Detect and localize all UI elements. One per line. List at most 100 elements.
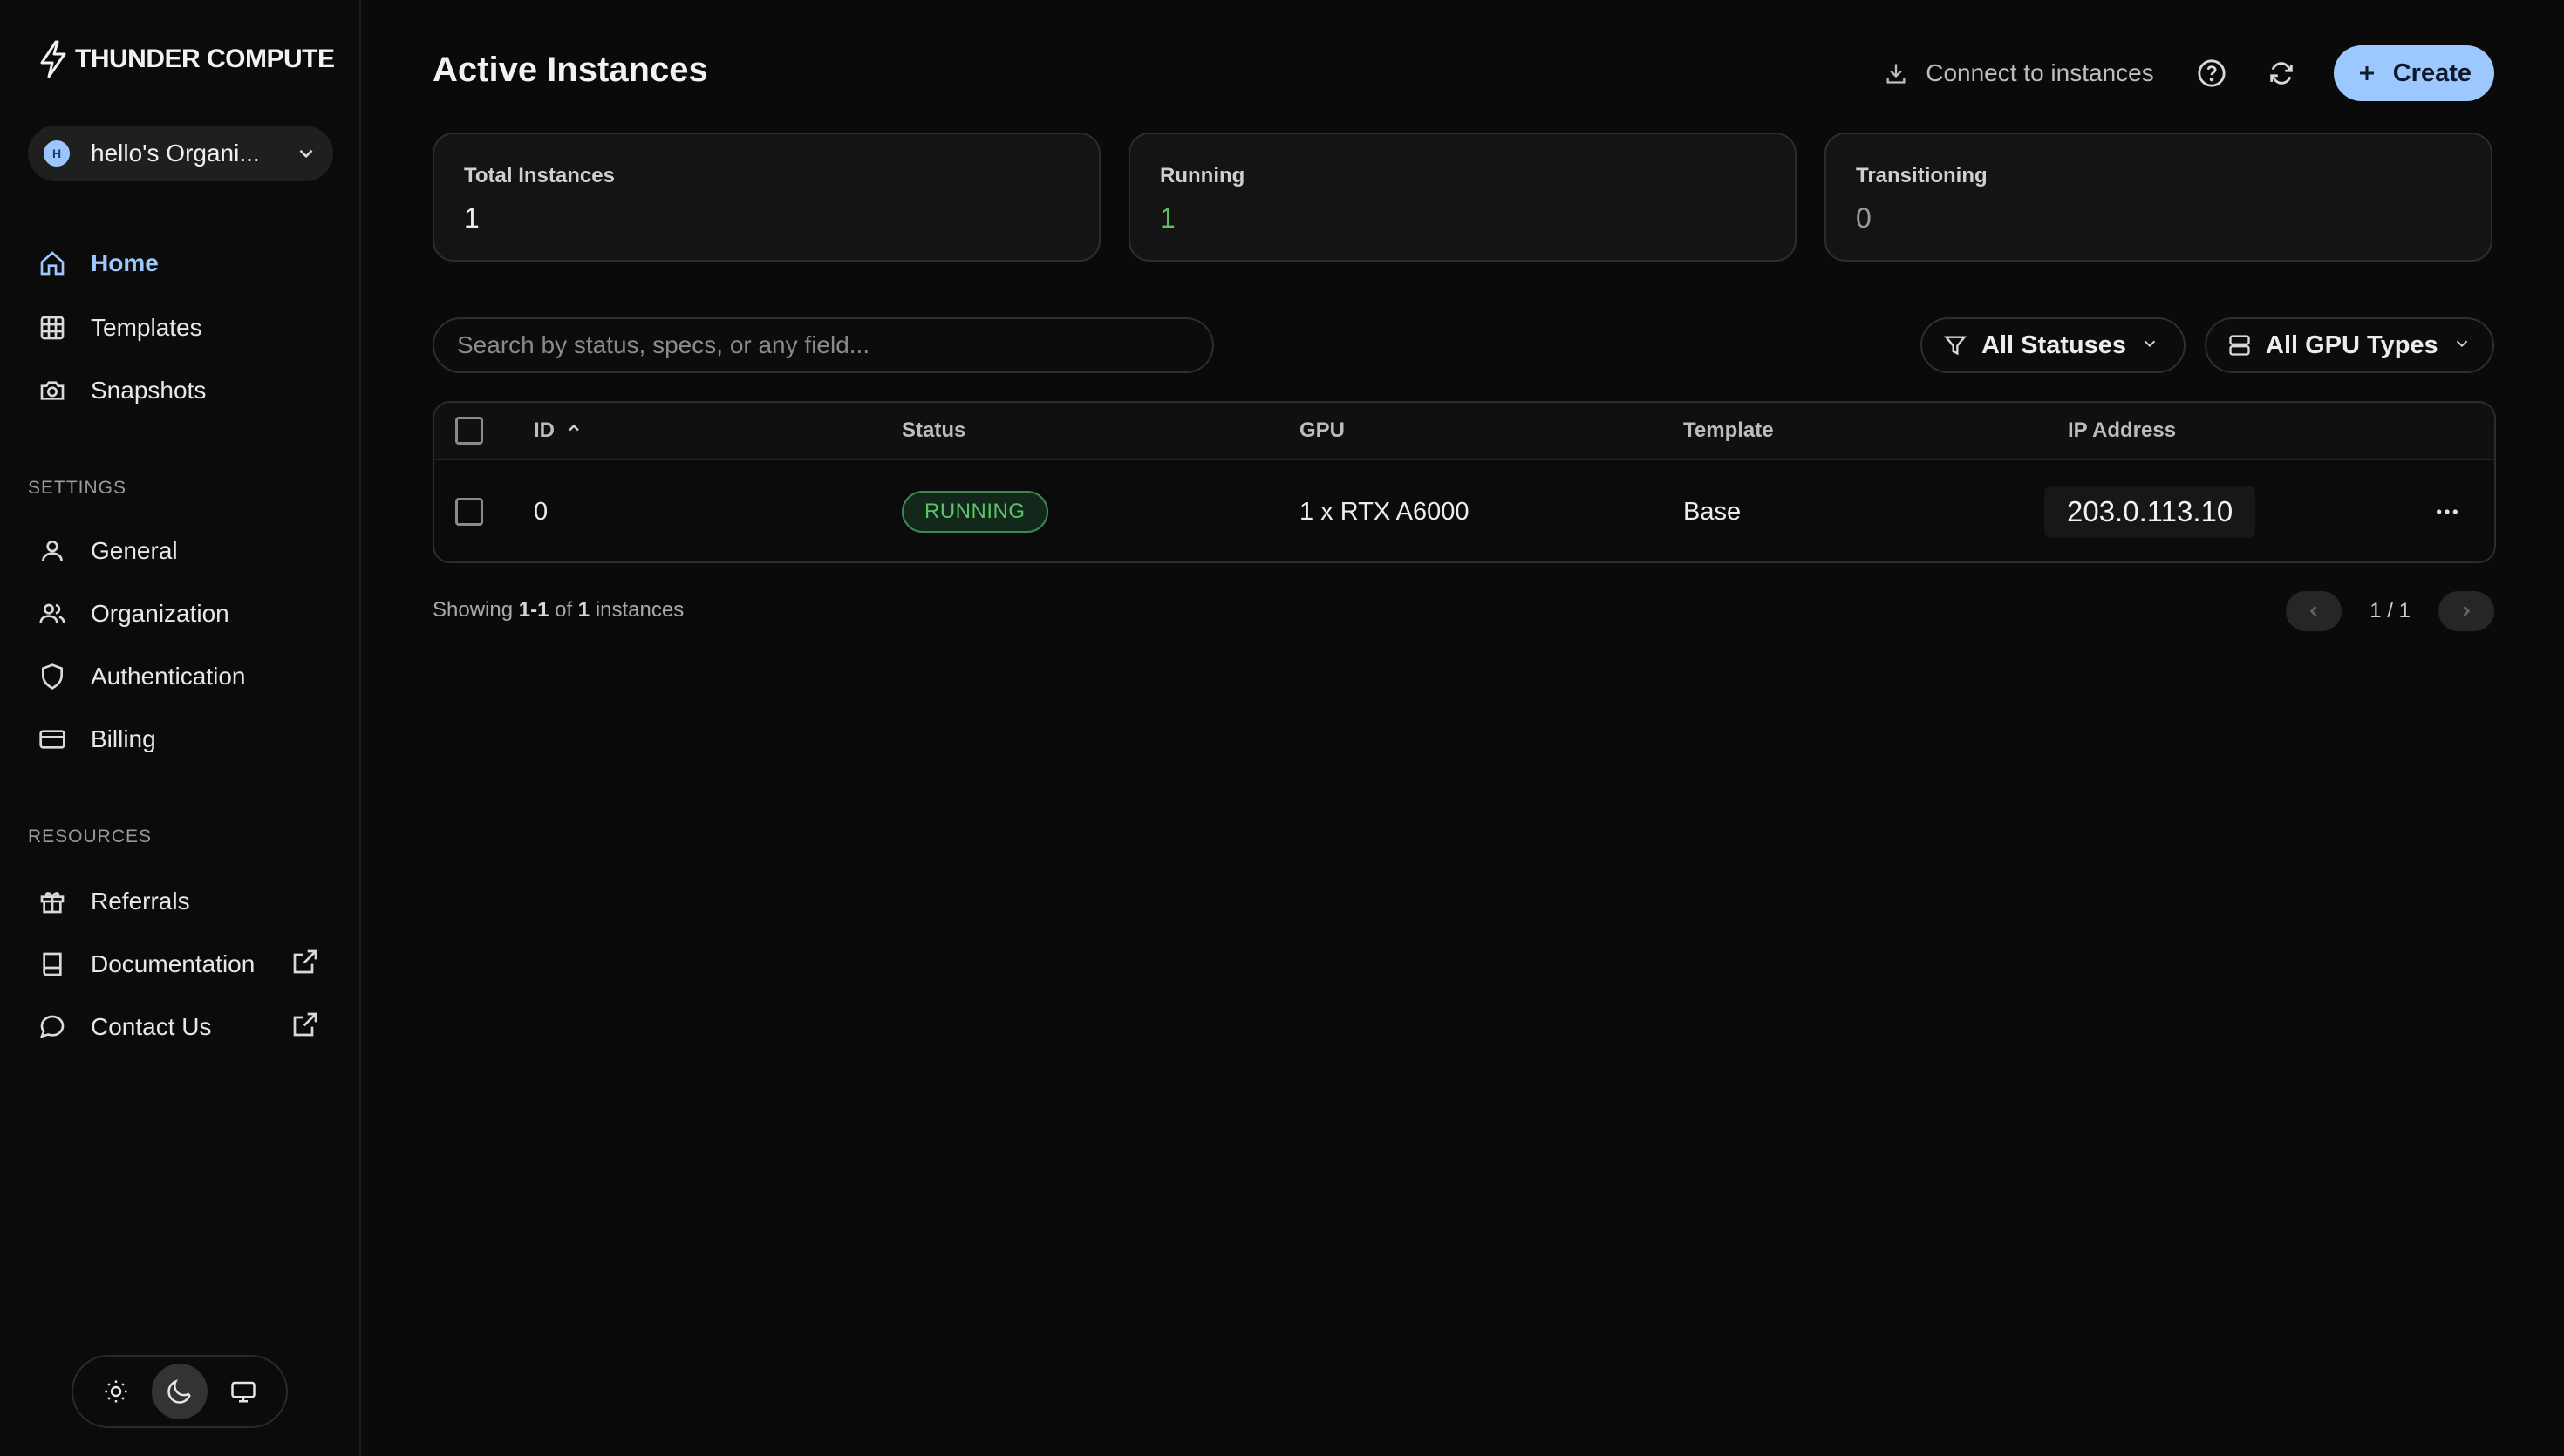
sun-icon bbox=[105, 1380, 127, 1403]
sidebar-item-label: Referrals bbox=[91, 888, 190, 915]
theme-dark-button[interactable] bbox=[151, 1364, 208, 1419]
column-header-ip-address: IP Address bbox=[2068, 403, 2176, 459]
stat-card-running: Running 1 bbox=[1129, 133, 1797, 262]
previous-page-button[interactable] bbox=[2286, 591, 2342, 631]
sidebar-item-contact-us[interactable]: Contact Us bbox=[38, 1003, 317, 1051]
brand-logo[interactable]: THUNDER COMPUTE bbox=[35, 38, 335, 80]
column-header-label: ID bbox=[534, 418, 555, 442]
connect-to-instances-button[interactable]: Connect to instances bbox=[1884, 59, 2154, 87]
row-checkbox[interactable] bbox=[455, 498, 483, 526]
ip-address-copy[interactable]: 203.0.113.10 bbox=[2044, 486, 2256, 538]
status-filter-dropdown[interactable]: All Statuses bbox=[1920, 317, 2186, 373]
home-icon bbox=[40, 251, 65, 276]
user-icon bbox=[42, 541, 63, 562]
settings-section-label: SETTINGS bbox=[28, 478, 127, 498]
create-label: Create bbox=[2392, 58, 2472, 87]
table-row[interactable]: 0 RUNNING 1 x RTX A6000 Base 203.0.113.1… bbox=[434, 460, 2494, 561]
monitor-icon bbox=[231, 1381, 256, 1403]
brand-name: THUNDER COMPUTE bbox=[75, 44, 335, 73]
chevron-down-icon bbox=[295, 142, 317, 165]
row-checkbox-cell bbox=[455, 460, 483, 561]
help-button[interactable] bbox=[2194, 56, 2229, 91]
pagination-summary: Showing 1-1 of 1 instances bbox=[433, 598, 684, 623]
sidebar-item-label: Contact Us bbox=[91, 1013, 212, 1040]
sidebar-item-home[interactable]: Home bbox=[38, 239, 159, 288]
sidebar-item-snapshots[interactable]: Snapshots bbox=[38, 366, 206, 415]
external-link-icon bbox=[291, 1010, 319, 1044]
sidebar-item-label: Billing bbox=[91, 725, 156, 752]
stat-value: 1 bbox=[464, 202, 480, 234]
showing-range: 1-1 bbox=[518, 598, 549, 622]
lightning-icon bbox=[40, 40, 66, 78]
sidebar-item-label: General bbox=[91, 537, 178, 564]
book-icon bbox=[43, 952, 62, 976]
chevron-down-icon bbox=[2140, 331, 2159, 360]
more-horizontal-icon bbox=[2437, 509, 2458, 514]
column-header-label: Template bbox=[1683, 418, 1774, 442]
sidebar-item-billing[interactable]: Billing bbox=[38, 715, 156, 764]
chevron-left-icon bbox=[2310, 606, 2317, 616]
resources-section-label: RESOURCES bbox=[28, 827, 153, 847]
users-icon bbox=[39, 603, 65, 623]
template-value: Base bbox=[1683, 497, 1742, 526]
stat-label: Total Instances bbox=[464, 164, 615, 187]
org-name: hello's Organi... bbox=[91, 139, 260, 167]
sidebar-item-label: Organization bbox=[91, 600, 229, 627]
sidebar-item-templates[interactable]: Templates bbox=[38, 303, 202, 352]
status-badge: RUNNING bbox=[902, 491, 1048, 533]
column-header-template: Template bbox=[1683, 403, 1774, 459]
stat-label: Transitioning bbox=[1856, 164, 1988, 187]
sidebar-item-label: Snapshots bbox=[91, 377, 207, 404]
table-header: ID Status GPU Template IP Address bbox=[434, 403, 2494, 460]
column-header-id[interactable]: ID bbox=[534, 403, 583, 459]
theme-toggle bbox=[72, 1355, 288, 1428]
sidebar-item-referrals[interactable]: Referrals bbox=[38, 877, 190, 926]
app-root: THUNDER COMPUTE H hello's Organi... Home… bbox=[0, 0, 2564, 1456]
column-header-gpu: GPU bbox=[1299, 403, 1345, 459]
plus-icon bbox=[2359, 66, 2374, 80]
showing-total: 1 bbox=[577, 598, 590, 622]
sidebar-item-organization[interactable]: Organization bbox=[38, 589, 229, 638]
help-circle-icon bbox=[2198, 59, 2226, 87]
select-all-checkbox[interactable] bbox=[455, 417, 483, 445]
showing-unit: instances bbox=[595, 598, 685, 622]
gpu-type-filter-dropdown[interactable]: All GPU Types bbox=[2205, 317, 2494, 373]
showing-of: of bbox=[555, 598, 573, 622]
column-header-label: Status bbox=[902, 418, 966, 442]
row-actions-button[interactable] bbox=[2433, 460, 2461, 561]
stat-value: 1 bbox=[1160, 202, 1176, 234]
org-avatar: H bbox=[44, 140, 70, 167]
next-page-button[interactable] bbox=[2438, 591, 2494, 631]
page-indicator: 1 / 1 bbox=[2370, 599, 2411, 623]
sidebar-item-label: Documentation bbox=[91, 950, 256, 977]
stat-label: Running bbox=[1160, 164, 1245, 187]
pagination: 1 / 1 bbox=[2286, 591, 2494, 631]
organization-switcher[interactable]: H hello's Organi... bbox=[28, 126, 333, 181]
column-header-status: Status bbox=[902, 403, 965, 459]
sidebar-item-label: Templates bbox=[91, 314, 202, 341]
search-input[interactable] bbox=[457, 331, 1190, 359]
sort-ascending-icon bbox=[555, 418, 583, 443]
refresh-button[interactable] bbox=[2264, 56, 2299, 91]
stat-card-total-instances: Total Instances 1 bbox=[433, 133, 1101, 262]
theme-light-button[interactable] bbox=[88, 1364, 144, 1419]
credit-card-icon bbox=[39, 730, 65, 749]
shield-icon bbox=[42, 663, 63, 690]
gpu-filter-label: All GPU Types bbox=[2266, 330, 2438, 359]
sidebar-item-documentation[interactable]: Documentation bbox=[38, 940, 317, 989]
external-link-icon bbox=[291, 948, 319, 982]
camera-icon bbox=[40, 381, 65, 400]
sidebar-item-general[interactable]: General bbox=[38, 527, 178, 575]
chevron-down-icon bbox=[2452, 331, 2472, 360]
showing-prefix: Showing bbox=[433, 598, 514, 622]
column-header-label: IP Address bbox=[2068, 418, 2177, 442]
ip-cell: 203.0.113.10 bbox=[2044, 460, 2256, 561]
sidebar-item-authentication[interactable]: Authentication bbox=[38, 652, 245, 701]
sidebar: THUNDER COMPUTE H hello's Organi... Home… bbox=[0, 0, 361, 1456]
connect-label: Connect to instances bbox=[1926, 59, 2154, 86]
theme-system-button[interactable] bbox=[215, 1364, 271, 1419]
message-icon bbox=[39, 1015, 65, 1038]
sidebar-item-label: Home bbox=[91, 249, 159, 276]
create-instance-button[interactable]: Create bbox=[2333, 45, 2494, 101]
filter-icon bbox=[1944, 336, 1967, 356]
